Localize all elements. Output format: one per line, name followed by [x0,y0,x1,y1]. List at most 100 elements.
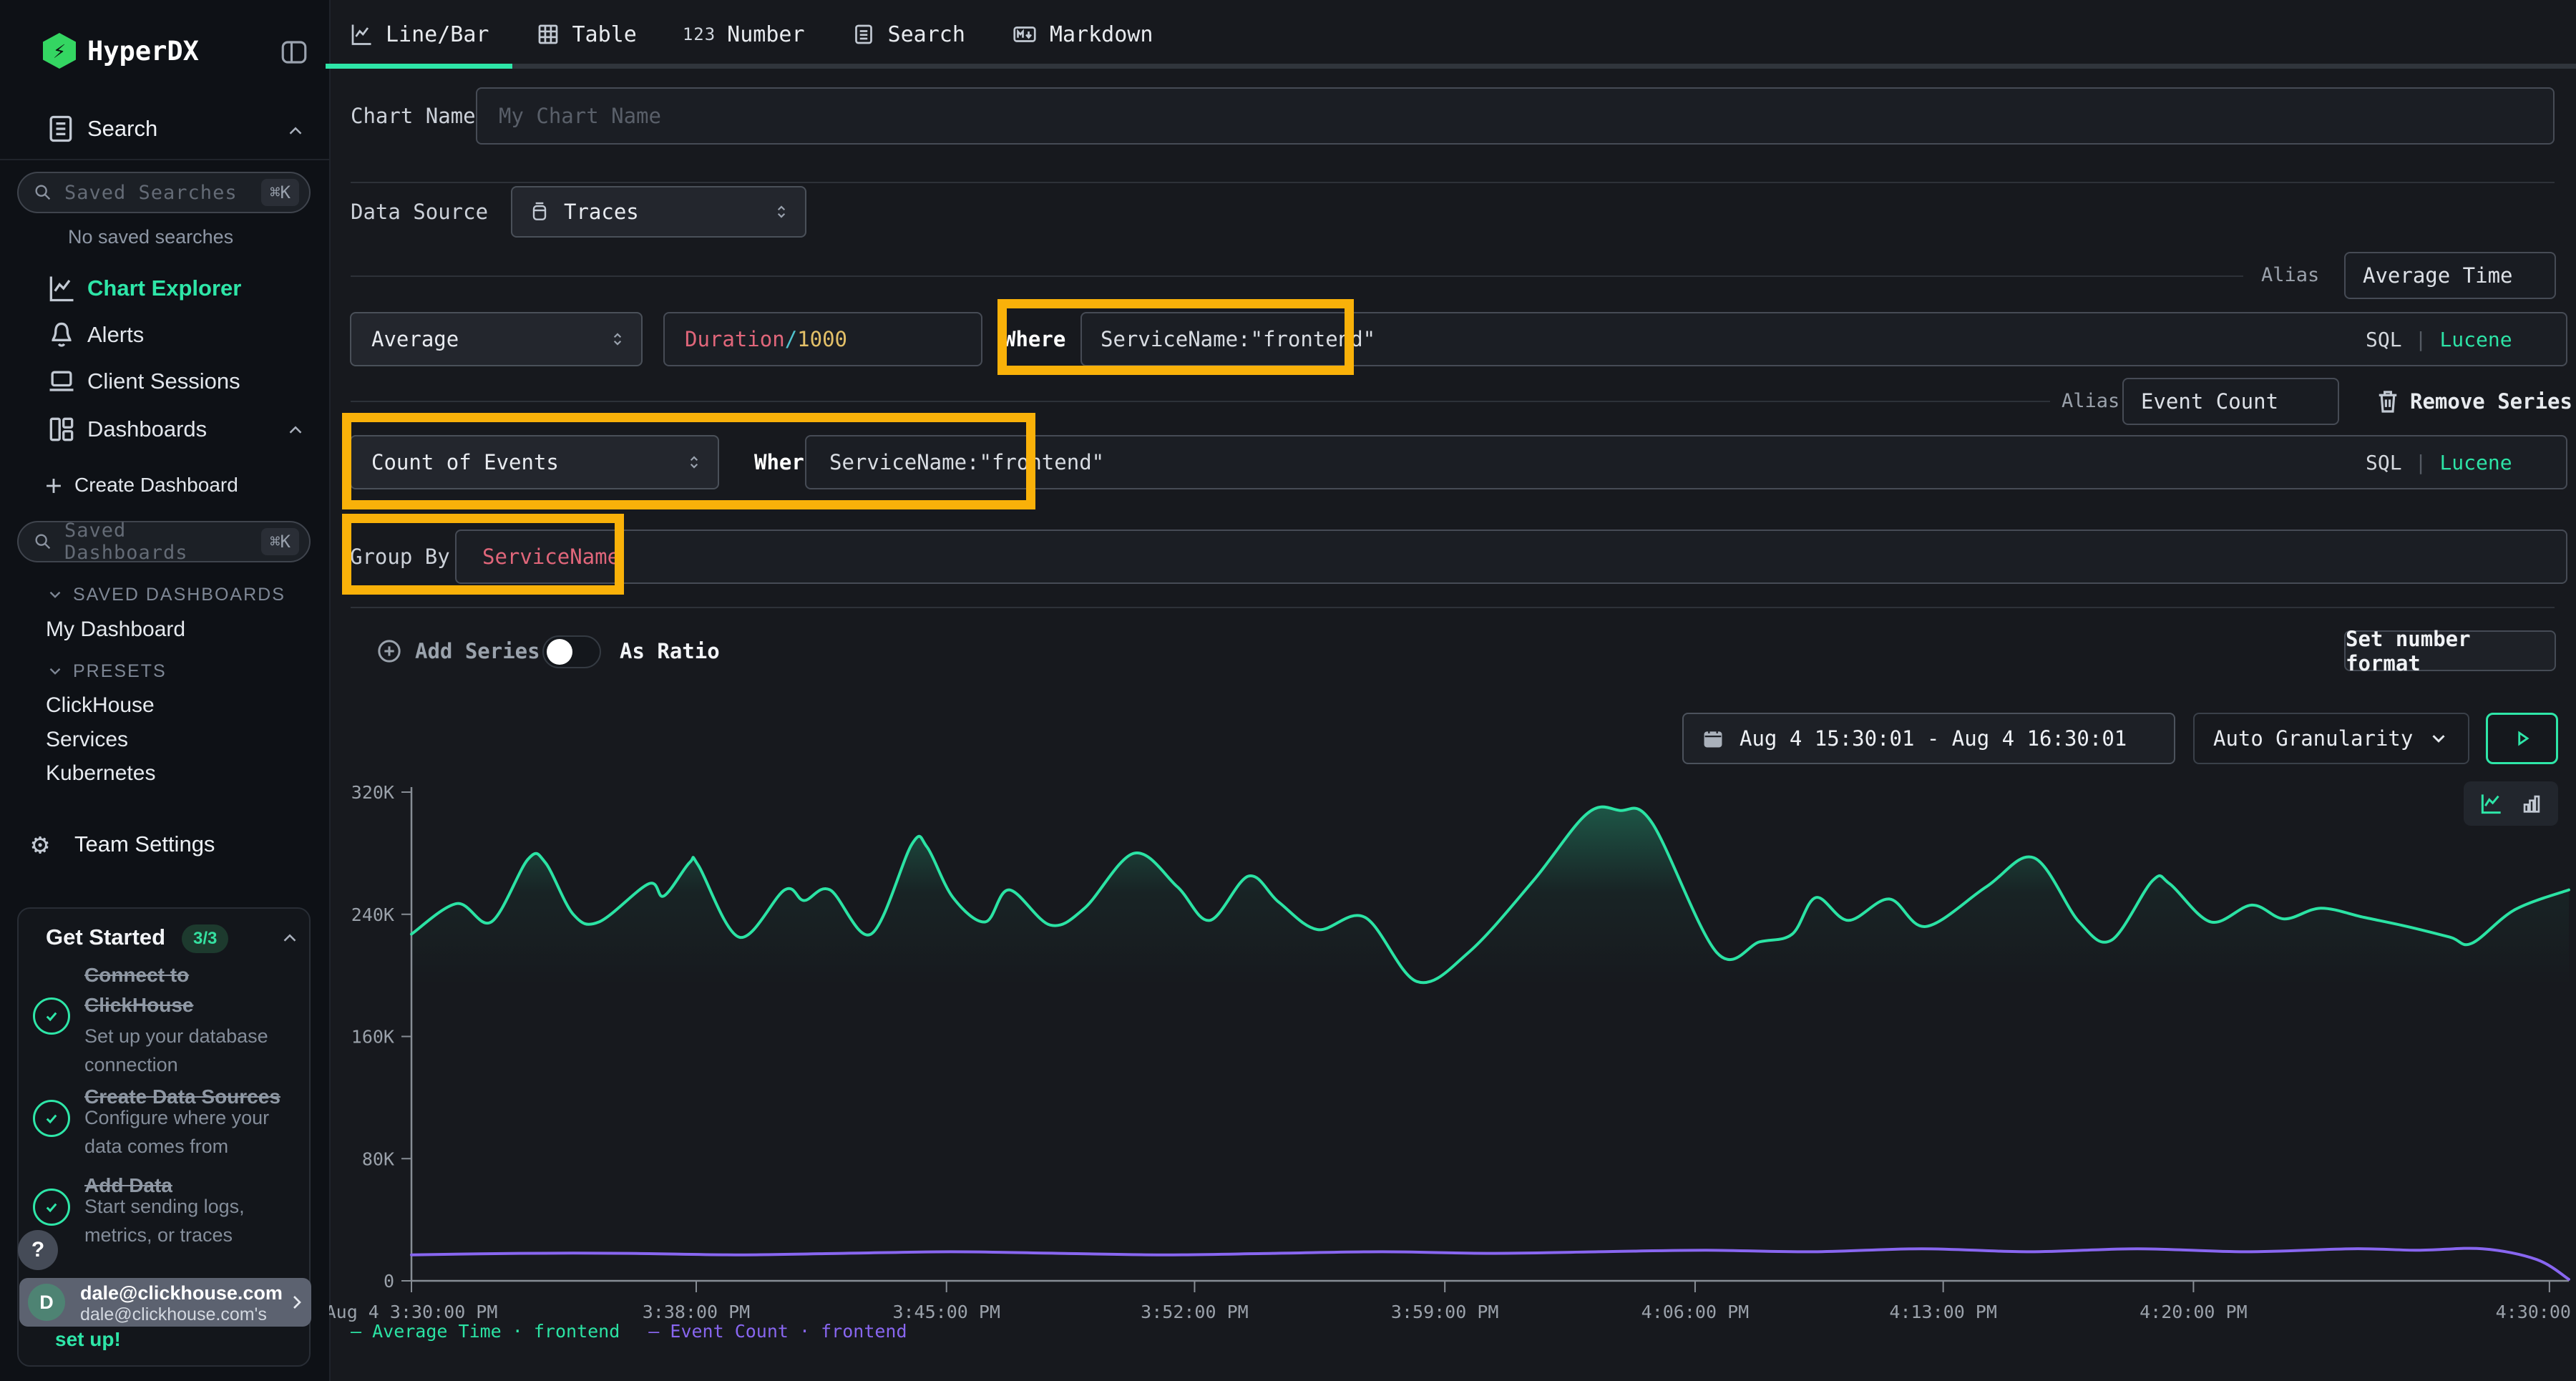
get-started-item-desc: Configure where your data comes from [84,1103,299,1161]
series1-alias-input[interactable]: Average Time [2344,252,2556,299]
series-divider [351,275,2243,277]
legend-item[interactable]: — Event Count · frontend [648,1321,907,1342]
search-icon [33,182,53,202]
data-source-value: Traces [564,200,759,224]
set-number-format-button[interactable]: Set number format [2344,630,2556,671]
series2-where-input[interactable]: ServiceName:"frontend" [805,435,2567,489]
chart-legend: — Average Time · frontend — Event Count ·… [351,1321,907,1342]
add-series-button[interactable]: Add Series [415,633,540,670]
sql-toggle[interactable]: SQL [2366,451,2402,474]
timeseries-chart[interactable]: 080K160K240K320KAug 4 3:30:00 PM3:38:00 … [329,744,2576,1338]
presets-section-header[interactable]: PRESETS [73,657,167,685]
get-started-peek-text: set up! [55,1328,121,1351]
section-divider [351,182,2555,183]
create-dashboard-button[interactable]: Create Dashboard [74,469,238,501]
chevron-right-icon [286,1291,308,1314]
user-subtitle: dale@clickhouse.com's [80,1304,267,1325]
app-title: HyperDX [87,34,199,69]
chevron-up-icon[interactable] [285,120,306,142]
series2-alias-input[interactable]: Event Count [2122,378,2339,425]
sidebar-item-my-dashboard[interactable]: My Dashboard [46,614,185,645]
sidebar-divider [0,159,329,160]
chevron-up-icon[interactable] [279,927,301,949]
as-ratio-toggle[interactable] [542,635,601,668]
toggle-separator: | [2415,328,2427,351]
sidebar-item-services[interactable]: Services [46,724,128,756]
saved-dashboards-input[interactable]: Saved Dashboards ⌘K [17,521,311,562]
sidebar-item-clickhouse[interactable]: ClickHouse [46,690,155,721]
series2-where-value: ServiceName:"frontend" [829,450,1104,474]
series1-where-label: Where [1003,312,1065,366]
group-by-input[interactable]: ServiceName [455,530,2567,584]
lucene-toggle[interactable]: Lucene [2439,328,2512,351]
sidebar-section-search[interactable]: Search [87,113,157,145]
data-source-select[interactable]: Traces [511,186,806,238]
search-icon [33,532,53,552]
database-icon [528,200,551,223]
remove-series-button[interactable]: Remove Series [2410,378,2572,425]
shortcut-badge: ⌘K [261,179,299,206]
bell-icon [46,319,77,351]
sidebar-item-dashboards[interactable]: Dashboards [87,414,207,445]
toggle-separator: | [2415,451,2427,474]
tab-number[interactable]: 123 Number [660,0,828,69]
svg-text:320K: 320K [351,782,394,803]
app-window: ⚡ HyperDX Search Saved Searches ⌘K No sa… [0,0,2576,1381]
group-by-label: Group By [350,530,450,584]
sidebar-item-alerts[interactable]: Alerts [87,319,144,351]
search-section-icon [44,113,76,145]
sql-toggle[interactable]: SQL [2366,328,2402,351]
chevron-down-icon[interactable] [46,585,64,604]
series2-alias-value: Event Count [2141,389,2278,414]
sidebar-item-client-sessions[interactable]: Client Sessions [87,366,240,397]
get-started-item-title[interactable]: Connect to ClickHouse [84,960,292,1020]
chart-name-label: Chart Name [351,87,476,145]
dashboards-icon [46,414,77,445]
series1-aggregation-select[interactable]: Average [350,312,643,366]
tab-line-bar[interactable]: Line/Bar [326,0,512,69]
svg-text:4:06:00 PM: 4:06:00 PM [1641,1302,1750,1322]
check-circle-icon [33,1100,70,1137]
sidebar-item-kubernetes[interactable]: Kubernetes [46,758,155,789]
series1-where-input[interactable]: ServiceName:"frontend" [1080,312,2567,366]
chart-explorer-icon [46,273,77,304]
sidebar-item-team-settings[interactable]: Team Settings [74,827,215,862]
tab-search[interactable]: Search [828,0,988,69]
tab-label: Search [888,22,965,47]
collapse-sidebar-icon[interactable] [279,37,309,67]
series1-aggregation-value: Average [371,327,608,351]
saved-dashboards-placeholder: Saved Dashboards [64,519,261,564]
select-chevrons-icon [685,453,703,472]
legend-item[interactable]: — Average Time · frontend [351,1321,620,1342]
chevron-down-icon[interactable] [46,662,64,680]
plus-circle-icon[interactable] [375,637,404,665]
svg-text:3:52:00 PM: 3:52:00 PM [1141,1302,1249,1322]
chevron-up-icon[interactable] [285,419,306,441]
series1-field-input[interactable]: Duration/1000 [663,312,982,366]
trash-icon[interactable] [2373,386,2403,416]
section-divider [351,607,2555,608]
series2-aggregation-select[interactable]: Count of Events [350,435,719,489]
sidebar-item-chart-explorer[interactable]: Chart Explorer [87,273,241,304]
series-divider [351,401,2050,402]
123-icon: 123 [683,24,716,44]
user-card[interactable]: D dale@clickhouse.com dale@clickhouse.co… [19,1278,311,1327]
help-button[interactable]: ? [18,1230,58,1270]
saved-dashboards-section-header[interactable]: SAVED DASHBOARDS [73,580,286,609]
sidebar: ⚡ HyperDX Search Saved Searches ⌘K No sa… [0,0,331,1381]
laptop-icon [46,366,77,397]
lucene-toggle[interactable]: Lucene [2439,451,2512,474]
tabbar: Line/Bar Table 123 Number Search Markdow… [326,0,1176,69]
toggle-knob [547,639,572,665]
get-started-item-desc: Start sending logs, metrics, or traces [84,1192,299,1249]
svg-text:160K: 160K [351,1027,394,1048]
chart-name-input[interactable]: My Chart Name [476,87,2555,145]
tab-markdown[interactable]: Markdown [988,0,1176,69]
saved-searches-input[interactable]: Saved Searches ⌘K [17,172,311,213]
svg-text:4:20:00 PM: 4:20:00 PM [2140,1302,2248,1322]
user-email: dale@clickhouse.com [80,1282,283,1304]
series1-where-value: ServiceName:"frontend" [1101,327,1375,351]
avatar: D [28,1284,65,1321]
select-chevrons-icon [608,330,627,348]
tab-table[interactable]: Table [512,0,660,69]
